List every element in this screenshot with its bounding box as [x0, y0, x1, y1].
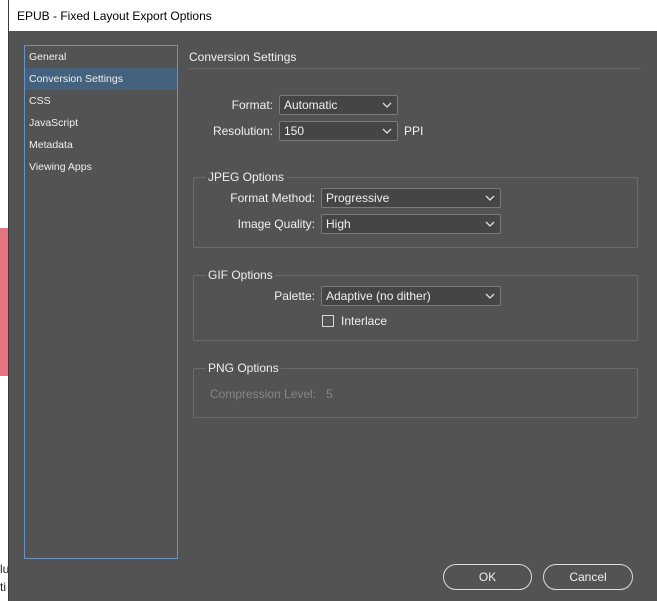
- format-label: Format:: [231, 98, 273, 112]
- sidebar-item-viewing-apps[interactable]: Viewing Apps: [25, 156, 177, 178]
- chevron-down-icon: [485, 221, 495, 227]
- format-value: Automatic: [284, 98, 338, 112]
- gif-options-group: [193, 275, 638, 341]
- sidebar-item-general[interactable]: General: [25, 46, 177, 68]
- png-options-title: PNG Options: [206, 361, 281, 375]
- palette-value: Adaptive (no dither): [326, 289, 431, 303]
- compression-level-value: 5: [326, 387, 333, 401]
- image-quality-value: High: [326, 217, 351, 231]
- interlace-label[interactable]: Interlace: [341, 314, 387, 328]
- export-options-dialog: EPUB - Fixed Layout Export Options Gener…: [8, 0, 657, 601]
- sidebar-item-conversion-settings[interactable]: Conversion Settings: [25, 68, 177, 90]
- chevron-down-icon: [382, 102, 392, 108]
- format-method-select[interactable]: Progressive: [321, 188, 501, 208]
- panel-title: Conversion Settings: [189, 50, 297, 64]
- format-method-label: Format Method:: [230, 191, 315, 205]
- interlace-checkbox[interactable]: [322, 315, 334, 327]
- sidebar-item-metadata[interactable]: Metadata: [25, 134, 177, 156]
- sidebar-item-javascript[interactable]: JavaScript: [25, 112, 177, 134]
- panel-divider: [189, 68, 641, 69]
- image-quality-select[interactable]: High: [321, 214, 501, 234]
- resolution-combo[interactable]: 150: [279, 121, 398, 141]
- ok-button[interactable]: OK: [443, 564, 532, 590]
- jpeg-options-title: JPEG Options: [206, 170, 287, 184]
- sidebar: General Conversion Settings CSS JavaScri…: [24, 45, 178, 559]
- chevron-down-icon: [485, 195, 495, 201]
- sidebar-item-css[interactable]: CSS: [25, 90, 177, 112]
- palette-label: Palette:: [274, 289, 315, 303]
- chevron-down-icon: [382, 128, 392, 134]
- window-title: EPUB - Fixed Layout Export Options: [17, 8, 212, 23]
- resolution-value: 150: [284, 124, 305, 138]
- format-select[interactable]: Automatic: [279, 95, 398, 115]
- resolution-label: Resolution:: [212, 124, 273, 138]
- gif-options-title: GIF Options: [206, 268, 275, 282]
- window-titlebar: EPUB - Fixed Layout Export Options: [9, 0, 657, 31]
- compression-level-label: Compression Level:: [210, 387, 317, 401]
- format-method-value: Progressive: [326, 191, 390, 205]
- palette-select[interactable]: Adaptive (no dither): [321, 286, 501, 306]
- cancel-button[interactable]: Cancel: [543, 564, 633, 590]
- image-quality-label: Image Quality:: [237, 217, 315, 231]
- chevron-down-icon: [485, 293, 495, 299]
- resolution-unit: PPI: [404, 124, 424, 138]
